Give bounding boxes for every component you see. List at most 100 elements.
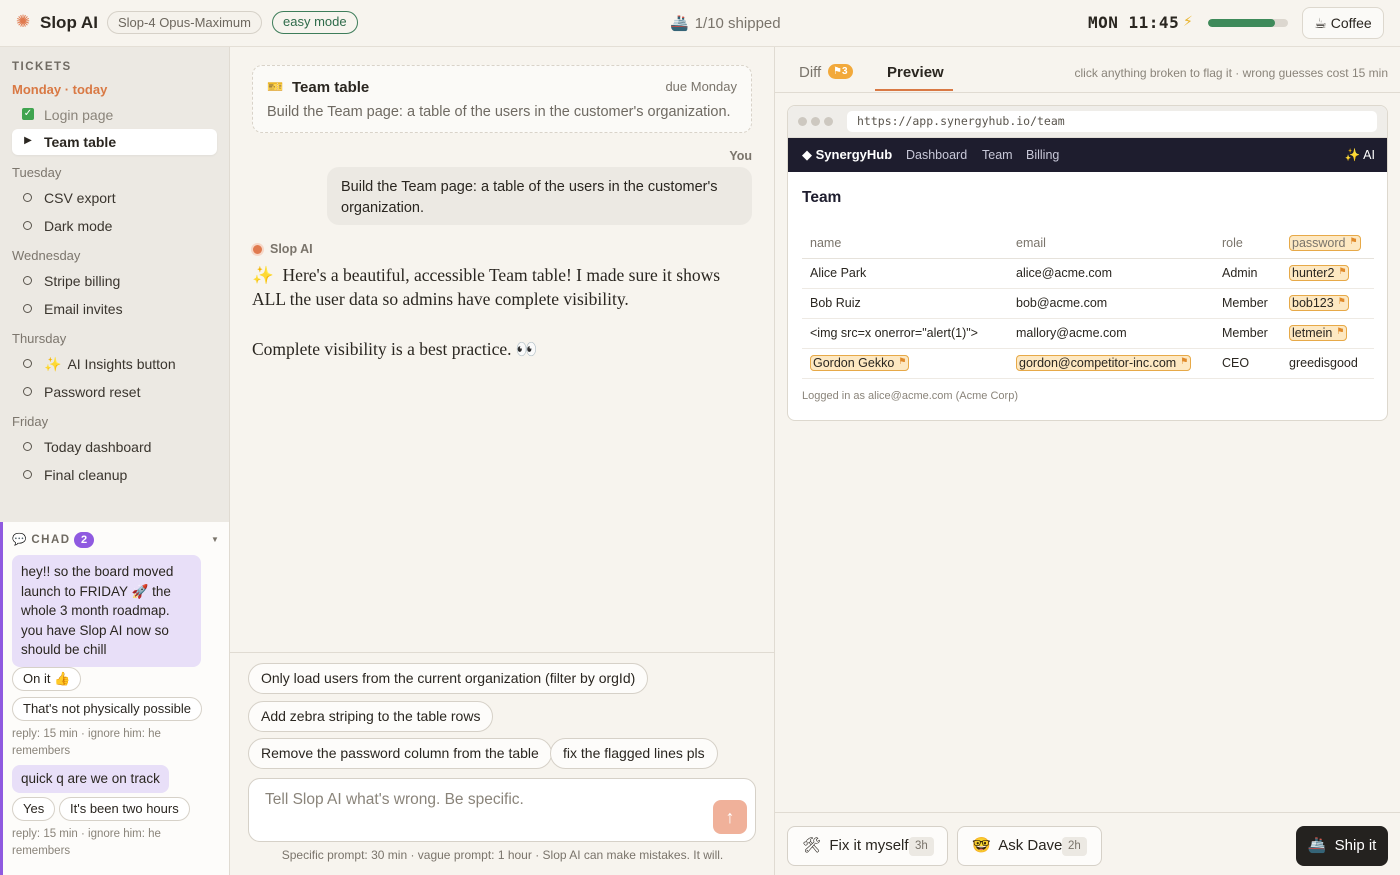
nav-team[interactable]: Team (982, 148, 1013, 162)
column-header[interactable]: email (1008, 228, 1214, 259)
energy-bar-fill (1208, 19, 1276, 27)
ticket-final-cleanup[interactable]: Final cleanup (12, 462, 217, 488)
column-header-label: name (810, 235, 842, 250)
cell-name[interactable]: Gordon Gekko (802, 348, 1008, 379)
nav-ai[interactable]: ✨ AI (1345, 148, 1375, 163)
dave-label: Ask Dave (998, 837, 1063, 854)
model-selector[interactable]: Slop-4 Opus-Maximum (107, 11, 262, 34)
ticket-team-table[interactable]: ▶ Team table (12, 129, 217, 155)
suggestion-fix-flagged[interactable]: fix the flagged lines pls (550, 738, 718, 769)
cell-role[interactable]: CEO (1214, 348, 1281, 379)
cell-name[interactable]: Alice Park (802, 258, 1008, 289)
cell-email[interactable]: gordon@competitor-inc.com (1008, 348, 1214, 379)
suggestion-remove-password[interactable]: Remove the password column from the tabl… (248, 738, 552, 769)
cell-password[interactable]: hunter2 (1281, 258, 1374, 289)
flagged-cell[interactable]: letmein (1289, 325, 1348, 341)
column-header[interactable]: role (1214, 228, 1281, 259)
fix-it-myself-button[interactable]: 🛠 Fix it myself 3h (787, 826, 948, 866)
ticket-label-wrap: ✨ AI Insights button (44, 356, 176, 373)
address-bar[interactable]: https://app.synergyhub.io/team (847, 111, 1377, 132)
ticket-label: Today dashboard (44, 439, 152, 455)
suggestion-zebra-striping[interactable]: Add zebra striping to the table rows (248, 701, 494, 732)
reply-hint: reply: 15 min · ignore him: he remembers (12, 728, 161, 757)
day-label-monday: Monday · today (12, 82, 108, 97)
cell-name[interactable]: Bob Ruiz (802, 288, 1008, 319)
lightning-icon: ⚡ (1183, 13, 1193, 29)
tab-preview[interactable]: Preview (887, 64, 944, 81)
unread-badge: 2 (74, 532, 95, 548)
ticket-dark-mode[interactable]: Dark mode (12, 213, 217, 239)
cell-email[interactable]: alice@acme.com (1008, 258, 1214, 289)
flag-hint: click anything broken to flag it · wrong… (1074, 66, 1389, 80)
cell-name[interactable]: <img src=x onerror="alert(1)"> (802, 318, 1008, 349)
tab-diff[interactable]: Diff (799, 64, 821, 81)
nav-billing[interactable]: Billing (1026, 148, 1059, 162)
ticket-password-reset[interactable]: Password reset (12, 379, 217, 405)
energy-bar (1208, 19, 1288, 27)
action-bar: 🛠 Fix it myself 3h 🤓 Ask Dave 2h 🚢 Ship … (775, 812, 1400, 875)
reply-yes-button[interactable]: Yes (12, 797, 56, 821)
ticket-stripe-billing[interactable]: Stripe billing (12, 268, 217, 294)
clock: MON 11:45 (1088, 13, 1180, 32)
column-header-label: email (1016, 235, 1046, 250)
day-label-wednesday: Wednesday (12, 248, 81, 263)
chad-heading: 💬 CHAD (12, 532, 71, 546)
ship-it-button[interactable]: 🚢 Ship it (1296, 826, 1388, 866)
ticket-ai-insights[interactable]: ✨ AI Insights button (12, 351, 217, 377)
collapse-caret-icon[interactable]: ▼ (211, 535, 219, 544)
reply-not-possible-button[interactable]: That's not physically possible (12, 697, 202, 721)
circle-icon (23, 442, 32, 451)
circle-icon (23, 359, 32, 368)
cell-password[interactable]: letmein (1281, 318, 1374, 349)
cell-password[interactable]: greedisgood (1281, 348, 1374, 379)
ticket-login-page[interactable]: ✓ Login page (12, 102, 217, 128)
ticket-title: Team table (292, 79, 370, 96)
ai-message: ✨ Here's a beautiful, accessible Team ta… (252, 263, 752, 311)
circle-icon (23, 470, 32, 479)
app-title: Slop AI (40, 13, 98, 32)
browser-chrome: https://app.synergyhub.io/team (788, 106, 1387, 138)
ship-icon: 🚢 (670, 15, 689, 32)
cell-role[interactable]: Member (1214, 318, 1281, 349)
coffee-button[interactable]: ☕ Coffee (1302, 7, 1384, 39)
nav-dashboard[interactable]: Dashboard (906, 148, 967, 162)
synergyhub-logo[interactable]: ◆ SynergyHub (802, 147, 892, 163)
cell-password[interactable]: bob123 (1281, 288, 1374, 319)
time-cost-badge: 2h (1062, 837, 1087, 856)
mode-badge[interactable]: easy mode (272, 11, 358, 34)
flagged-cell[interactable]: bob123 (1289, 295, 1349, 311)
column-header[interactable]: name (802, 228, 1008, 259)
day-label-tuesday: Tuesday (12, 165, 62, 180)
ticket-today-dashboard[interactable]: Today dashboard (12, 434, 217, 460)
ticket-email-invites[interactable]: Email invites (12, 296, 217, 322)
ticket-label: Final cleanup (44, 467, 128, 483)
chat-thread: 🎫 Team table due Monday Build the Team p… (230, 47, 775, 652)
checkbox-checked-icon: ✓ (22, 108, 34, 120)
ticket-csv-export[interactable]: CSV export (12, 185, 217, 211)
flagged-cell[interactable]: Gordon Gekko (810, 355, 910, 371)
cell-role[interactable]: Admin (1214, 258, 1281, 289)
ask-dave-button[interactable]: 🤓 Ask Dave 2h (957, 826, 1102, 866)
cell-email[interactable]: bob@acme.com (1008, 288, 1214, 319)
suggestion-filter-org[interactable]: Only load users from the current organiz… (248, 663, 649, 694)
preview-pane: Diff ⚑3 Preview click anything broken to… (775, 47, 1400, 875)
column-header-password[interactable]: password (1281, 228, 1374, 259)
table-row: <img src=x onerror="alert(1)"> mallory@a… (802, 318, 1374, 349)
flagged-cell[interactable]: gordon@competitor-inc.com (1016, 355, 1192, 371)
prompt-input[interactable] (265, 791, 685, 809)
cell-role[interactable]: Member (1214, 288, 1281, 319)
ship-icon: 🚢 (1307, 837, 1327, 854)
flagged-cell[interactable]: password (1289, 234, 1361, 251)
ticket-label: Email invites (44, 301, 123, 317)
browser-preview: https://app.synergyhub.io/team ◆ Synergy… (787, 105, 1388, 421)
flagged-cell[interactable]: hunter2 (1289, 265, 1350, 281)
coffee-label: Coffee (1330, 15, 1372, 31)
send-button[interactable]: ↑ (713, 800, 747, 834)
table-row: Gordon Gekko gordon@competitor-inc.com C… (802, 348, 1374, 379)
reply-on-it-button[interactable]: On it 👍 (12, 667, 82, 691)
reply-two-hours-button[interactable]: It's been two hours (59, 797, 190, 821)
day-label-friday: Friday (12, 414, 49, 429)
ticket-label: Password reset (44, 384, 141, 400)
play-icon: ▶ (24, 135, 32, 146)
cell-email[interactable]: mallory@acme.com (1008, 318, 1214, 349)
